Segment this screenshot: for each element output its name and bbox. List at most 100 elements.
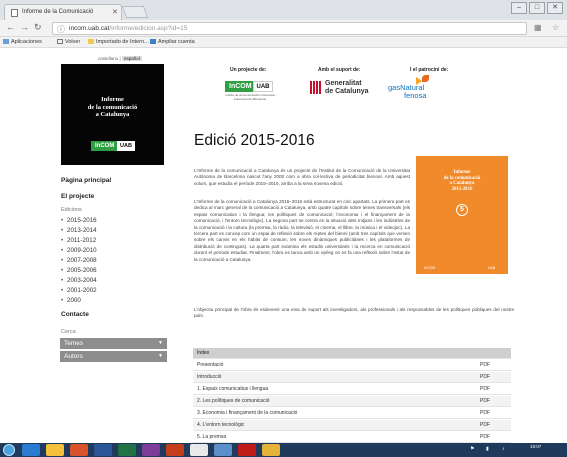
extension-icon[interactable]: ▦ xyxy=(534,23,542,32)
acrobat-icon[interactable] xyxy=(238,444,256,456)
excel-icon[interactable] xyxy=(118,444,136,456)
sponsor-label-support: Amb el suport de: xyxy=(318,67,361,73)
page-icon xyxy=(11,9,18,17)
close-tab-icon[interactable]: ✕ xyxy=(112,8,118,16)
edition-link[interactable]: 2000 xyxy=(61,297,81,304)
word-icon[interactable] xyxy=(94,444,112,456)
incom-uab-logo[interactable]: InCOM UAB xyxy=(225,81,273,92)
address-bar[interactable]: ⓘ incom.uab.cat/informe/edicion.asp?id=1… xyxy=(52,22,527,35)
table-header: Índex xyxy=(193,348,511,359)
table-row: Presentació PDF xyxy=(193,360,511,371)
minimize-button[interactable]: – xyxy=(511,2,527,14)
url-text: incom.uab.cat/informe/edicion.asp?id=15 xyxy=(69,25,188,32)
start-button-icon[interactable] xyxy=(3,444,15,456)
page-icon xyxy=(57,39,63,44)
edition-link[interactable]: 2003-2004 xyxy=(61,277,97,284)
table-row: Introducció PDF xyxy=(193,372,511,383)
network-icon[interactable] xyxy=(214,444,232,456)
bookmark-apps[interactable]: Aplicaciones xyxy=(3,39,42,45)
bookmark-star-icon[interactable]: ☆ xyxy=(552,23,559,32)
nav-link-project[interactable]: El projecte xyxy=(61,193,94,200)
info-icon[interactable]: ⓘ xyxy=(57,24,65,35)
reload-icon[interactable]: ↻ xyxy=(34,22,42,33)
ie-icon[interactable] xyxy=(22,444,40,456)
pdf-link[interactable]: PDF xyxy=(480,408,490,419)
table-row: 5. La premsa PDF xyxy=(193,432,511,443)
folder-icon xyxy=(88,39,94,44)
book-cover-image[interactable]: Informe de la comunicació a Catalunya 20… xyxy=(416,156,508,274)
new-tab-button[interactable] xyxy=(121,6,149,18)
incom-logo: InCOM UAB xyxy=(91,141,135,151)
edition-link[interactable]: 2007-2008 xyxy=(61,257,97,264)
edition-link[interactable]: 2001-2002 xyxy=(61,287,97,294)
pdf-link[interactable]: PDF xyxy=(480,396,490,407)
back-icon[interactable]: ← xyxy=(6,22,15,32)
chrome-icon[interactable] xyxy=(190,444,208,456)
tray-flag-icon[interactable]: ⚑ xyxy=(470,446,474,452)
clock[interactable]: 19:07 xyxy=(530,444,541,449)
table-row: 4. L'entorn tecnològic PDF xyxy=(193,420,511,431)
language-castellano[interactable]: castellano xyxy=(98,56,118,61)
tab-title: Informe de la Comunicació xyxy=(22,9,94,15)
explorer-icon[interactable] xyxy=(46,444,64,456)
edition-badge: 5 xyxy=(456,204,468,216)
pdf-link[interactable]: PDF xyxy=(480,384,490,395)
incom-subtitle: Institut de la Comunicació Universitat A… xyxy=(225,93,275,101)
generalitat-flag-icon xyxy=(310,81,322,94)
gas-natural-wing-icon xyxy=(422,75,429,82)
chevron-down-icon: ▼ xyxy=(158,353,163,359)
sponsor-label-patron: I el patrocini de: xyxy=(410,67,449,73)
bookmark-volver[interactable]: Volver xyxy=(57,39,80,45)
edition-link[interactable]: 2011-2012 xyxy=(61,237,96,244)
site-logo[interactable]: Informe de la comunicació a Catalunya In… xyxy=(61,64,164,165)
objective-paragraph: L'objectiu principal de l'obra és esdeve… xyxy=(194,307,514,319)
tray-network-icon[interactable]: ▮ xyxy=(486,446,489,452)
table-row: 3. Economia i finançament de la comunica… xyxy=(193,408,511,419)
browser-toolbar: ← → ↻ ⓘ incom.uab.cat/informe/edicion.as… xyxy=(0,20,567,37)
language-switch: castellano | español xyxy=(98,56,142,61)
firefox-icon[interactable] xyxy=(262,444,280,456)
nav-link-home[interactable]: Pàgina principal xyxy=(61,177,111,184)
taskbar: ⚑ ▮ ♪ 19:07 xyxy=(0,443,567,457)
table-row: 1. Espais comunicatius i llengua PDF xyxy=(193,384,511,395)
structure-paragraph: L'Informe de la comunicació a Catalunya … xyxy=(194,199,410,262)
edition-link[interactable]: 2013-2014 xyxy=(61,227,97,234)
editions-heading: Edicions xyxy=(61,207,82,213)
bookmarks-bar: Aplicaciones Volver Importado de Intern…… xyxy=(0,37,567,48)
edition-link[interactable]: 2015-2016 xyxy=(61,217,97,224)
pdf-link[interactable]: PDF xyxy=(480,432,490,443)
apps-icon xyxy=(3,39,9,44)
dropbox-icon xyxy=(150,39,156,44)
pdf-link[interactable]: PDF xyxy=(480,420,490,431)
close-window-button[interactable]: ✕ xyxy=(547,2,563,14)
media-player-icon[interactable] xyxy=(70,444,88,456)
maximize-button[interactable]: □ xyxy=(529,2,545,14)
sponsor-label-project: Un projecte de: xyxy=(230,67,267,73)
pdf-link[interactable]: PDF xyxy=(480,360,490,371)
table-row: 2. Les polítiques de comunicació PDF xyxy=(193,396,511,407)
powerpoint-icon[interactable] xyxy=(166,444,184,456)
onenote-icon[interactable] xyxy=(142,444,160,456)
bookmark-imported[interactable]: Importado de Intern… xyxy=(88,39,150,45)
bookmark-ampliar[interactable]: Ampliar cuenta xyxy=(150,39,195,45)
title-bar: Informe de la Comunicació ✕ – □ ✕ xyxy=(0,0,567,20)
search-topics-select[interactable]: Temes ▼ xyxy=(60,338,167,349)
search-authors-select[interactable]: Autors ▼ xyxy=(60,351,167,362)
browser-tab[interactable]: Informe de la Comunicació ✕ xyxy=(4,4,122,20)
search-heading: Cerca xyxy=(61,329,76,335)
nav-link-contact[interactable]: Contacte xyxy=(61,311,89,318)
language-espanol[interactable]: español xyxy=(121,56,142,61)
intro-paragraph: L'Informe de la comunicació a Catalunya … xyxy=(194,168,410,186)
page-title: Edició 2015-2016 xyxy=(194,132,315,149)
tray-volume-icon[interactable]: ♪ xyxy=(502,446,505,452)
generalitat-logo[interactable]: Generalitat de Catalunya xyxy=(325,80,369,96)
web-page: castellano | español Informe de la comun… xyxy=(0,48,567,443)
cover-uab-label: UAB xyxy=(488,266,496,270)
gas-natural-logo[interactable]: gasNatural fenosa xyxy=(388,84,427,99)
cover-incom-label: InCOM xyxy=(424,266,436,270)
pdf-link[interactable]: PDF xyxy=(480,372,490,383)
forward-icon[interactable]: → xyxy=(20,22,29,32)
chevron-down-icon: ▼ xyxy=(158,340,163,346)
edition-link[interactable]: 2005-2006 xyxy=(61,267,97,274)
edition-link[interactable]: 2009-2010 xyxy=(61,247,97,254)
